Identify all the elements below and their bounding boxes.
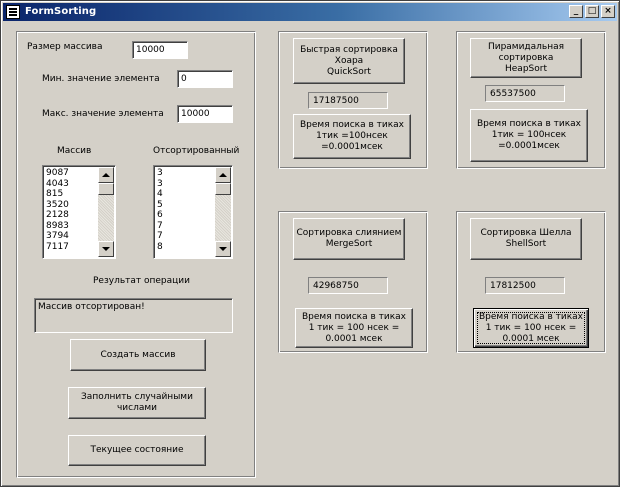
array-size-label: Размер массива: [27, 42, 103, 52]
form-sorting-window: FormSorting _ □ × Размер массива 10000 М…: [0, 0, 620, 487]
scroll-down-arrow-icon[interactable]: [98, 241, 114, 257]
array-list-item[interactable]: 7117: [45, 242, 98, 253]
array-list-item[interactable]: 4043: [45, 179, 98, 190]
maximize-button[interactable]: □: [585, 5, 599, 18]
min-value-input[interactable]: 0: [177, 70, 233, 88]
array-list-label: Массив: [57, 146, 92, 156]
result-label: Результат операции: [93, 276, 190, 286]
form-icon: [6, 5, 20, 19]
quicksort-time-button[interactable]: Время поиска в тиках 1тик =100нсек =0.00…: [293, 114, 411, 159]
array-list-item[interactable]: 9087: [45, 168, 98, 179]
sorted-list-item[interactable]: 3: [156, 179, 215, 190]
quicksort-ticks-field[interactable]: 17187500: [308, 92, 388, 109]
array-list-item[interactable]: 2128: [45, 210, 98, 221]
heapsort-ticks-field[interactable]: 65537500: [485, 85, 565, 102]
mergesort-button[interactable]: Сортировка слиянием MergeSort: [293, 218, 405, 260]
sorted-list-items: 3 3 4 5 6 7 7 8: [156, 168, 215, 252]
heapsort-button[interactable]: Пирамидальная сортировка HeapSort: [470, 38, 582, 78]
sorted-list-item[interactable]: 5: [156, 200, 215, 211]
sorted-list-item[interactable]: 7: [156, 221, 215, 232]
array-listbox[interactable]: 9087 4043 815 3520 2128 8983 3794 7117: [42, 165, 116, 259]
sorted-listbox[interactable]: 3 3 4 5 6 7 7 8: [153, 165, 233, 259]
min-value-label: Мин. значение элемента: [42, 74, 160, 84]
array-size-input[interactable]: 10000: [132, 41, 188, 59]
scroll-down-arrow-icon[interactable]: [215, 241, 231, 257]
array-scrollbar[interactable]: [98, 167, 114, 257]
sorted-list-item[interactable]: 8: [156, 242, 215, 253]
scroll-thumb[interactable]: [215, 183, 231, 195]
minimize-button[interactable]: _: [569, 5, 583, 18]
sorted-list-item[interactable]: 6: [156, 210, 215, 221]
current-state-button[interactable]: Текущее состояние: [68, 435, 206, 466]
array-list-item[interactable]: 3520: [45, 200, 98, 211]
create-array-button[interactable]: Создать массив: [70, 339, 206, 371]
scroll-up-arrow-icon[interactable]: [215, 167, 231, 183]
array-list-item[interactable]: 8983: [45, 221, 98, 232]
max-value-label: Макс. значение элемента: [42, 109, 164, 119]
scroll-up-arrow-icon[interactable]: [98, 167, 114, 183]
sorted-list-item[interactable]: 3: [156, 168, 215, 179]
max-value-input[interactable]: 10000: [177, 105, 233, 123]
heapsort-time-button[interactable]: Время поиска в тиках 1тик = 100нсек =0.0…: [470, 109, 588, 162]
array-list-items: 9087 4043 815 3520 2128 8983 3794 7117: [45, 168, 98, 252]
mergesort-ticks-field[interactable]: 42968750: [308, 277, 388, 294]
sorted-list-item[interactable]: 4: [156, 189, 215, 200]
shellsort-time-label: Время поиска в тиках 1 тик = 100 нсек = …: [478, 311, 584, 344]
title-bar[interactable]: FormSorting _ □ ×: [3, 3, 617, 21]
array-list-item[interactable]: 3794: [45, 231, 98, 242]
scroll-thumb[interactable]: [98, 183, 114, 195]
sorted-list-item[interactable]: 7: [156, 231, 215, 242]
result-textbox[interactable]: Массив отсортирован!: [34, 298, 233, 333]
sorted-scrollbar[interactable]: [215, 167, 231, 257]
array-list-item[interactable]: 815: [45, 189, 98, 200]
window-title: FormSorting: [25, 6, 97, 17]
shellsort-time-button[interactable]: Время поиска в тиках 1 тик = 100 нсек = …: [473, 308, 589, 348]
close-button[interactable]: ×: [601, 5, 615, 18]
fill-random-button[interactable]: Заполнить случайными числами: [68, 387, 206, 419]
mergesort-time-button[interactable]: Время поиска в тиках 1 тик = 100 нсек = …: [295, 308, 413, 348]
shellsort-button[interactable]: Сортировка Шелла ShellSort: [470, 218, 582, 260]
quicksort-button[interactable]: Быстрая сортировка Хоара QuickSort: [293, 38, 405, 84]
sorted-list-label: Отсортированный: [153, 146, 240, 156]
shellsort-ticks-field[interactable]: 17812500: [485, 277, 565, 294]
